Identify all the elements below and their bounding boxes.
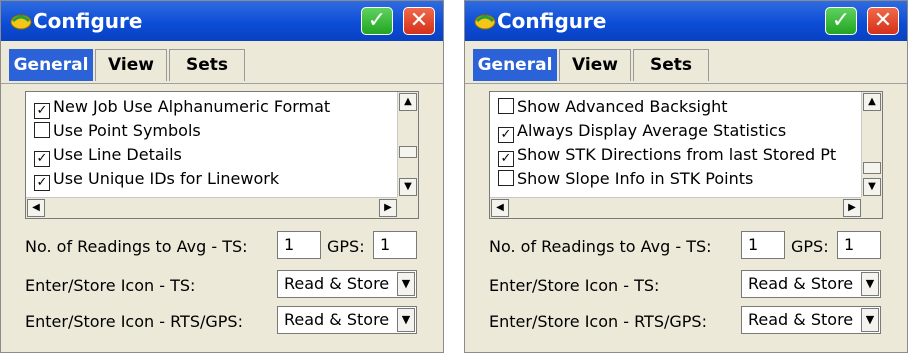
tab-view[interactable]: View [559,49,631,81]
option-label: Use Unique IDs for Linework [53,169,280,188]
tab-bar: General View Sets [1,41,443,84]
chevron-down-icon[interactable]: ▼ [397,308,415,332]
scroll-thumb[interactable] [399,146,417,158]
option-point-symbols[interactable]: Use Point Symbols [34,120,201,142]
option-label: Use Line Details [53,145,182,164]
gps-readings-input[interactable]: 1 [837,231,881,259]
vertical-scrollbar[interactable]: ▲ ▼ [861,92,882,198]
store-icon-rts-label: Enter/Store Icon - RTS/GPS: [489,312,707,331]
checkbox[interactable] [34,122,50,138]
horizontal-scrollbar[interactable]: ◀ ▶ [490,197,862,218]
tab-bar: General View Sets [465,41,907,84]
ts-readings-input[interactable]: 1 [741,231,785,259]
options-list: ✓ New Job Use Alphanumeric Format Use Poi… [25,91,419,219]
store-icon-rts-select[interactable]: Read & Store ▼ [741,306,881,334]
vertical-scrollbar[interactable]: ▲ ▼ [397,92,418,198]
option-label: Show Slope Info in STK Points [517,169,754,188]
option-slope-info[interactable]: Show Slope Info in STK Points [498,168,753,190]
chevron-down-icon[interactable]: ▼ [397,272,415,296]
title-bar: Configure ✓ ✕ [465,1,907,41]
checkbox[interactable]: ✓ [498,151,514,167]
close-icon: ✕ [873,8,893,33]
app-logo-icon [474,14,496,30]
ts-readings-input[interactable]: 1 [277,231,321,259]
tab-sets[interactable]: Sets [633,49,709,81]
scrollbar-corner [397,197,418,218]
scroll-up-icon[interactable]: ▲ [863,93,881,111]
store-icon-ts-select[interactable]: Read & Store ▼ [741,270,881,298]
scroll-left-icon[interactable]: ◀ [491,199,509,217]
scroll-thumb[interactable] [863,162,881,174]
option-unique-ids[interactable]: ✓ Use Unique IDs for Linework [34,168,280,191]
checkbox[interactable]: ✓ [34,151,50,167]
tab-general[interactable]: General [473,49,557,81]
gps-label: GPS: [791,237,829,256]
options-list: Show Advanced Backsight ✓ Always Display … [489,91,883,219]
option-label: New Job Use Alphanumeric Format [53,97,331,116]
window-title: Configure [497,9,607,33]
tab-general[interactable]: General [9,49,93,81]
checkbox[interactable] [498,170,514,186]
check-icon: ✓ [367,8,387,33]
gps-label: GPS: [327,237,365,256]
app-logo-icon [10,14,32,30]
option-average-statistics[interactable]: ✓ Always Display Average Statistics [498,120,787,143]
store-icon-ts-label: Enter/Store Icon - TS: [25,276,196,295]
option-line-details[interactable]: ✓ Use Line Details [34,144,182,167]
option-advanced-backsight[interactable]: Show Advanced Backsight [498,96,728,118]
checkbox[interactable]: ✓ [34,103,50,119]
ok-button[interactable]: ✓ [361,7,393,35]
selected-value: Read & Store [284,274,390,293]
scroll-right-icon[interactable]: ▶ [379,199,397,217]
tab-view[interactable]: View [95,49,167,81]
checkbox[interactable] [498,98,514,114]
title-bar: Configure ✓ ✕ [1,1,443,41]
scroll-up-icon[interactable]: ▲ [399,93,417,111]
scrollbar-corner [861,197,882,218]
configure-dialog-left: Configure ✓ ✕ General View Sets ✓ New Job… [0,0,444,353]
scroll-down-icon[interactable]: ▼ [863,178,881,196]
ok-button[interactable]: ✓ [825,7,857,35]
horizontal-scrollbar[interactable]: ◀ ▶ [26,197,398,218]
window-title: Configure [33,9,143,33]
scroll-right-icon[interactable]: ▶ [843,199,861,217]
selected-value: Read & Store [284,310,390,329]
configure-dialog-right: Configure ✓ ✕ General View Sets Show Adv… [464,0,908,353]
check-icon: ✓ [831,8,851,33]
store-icon-ts-select[interactable]: Read & Store ▼ [277,270,417,298]
chevron-down-icon[interactable]: ▼ [861,308,879,332]
option-label: Use Point Symbols [53,121,201,140]
selected-value: Read & Store [748,310,854,329]
option-alphanumeric-format[interactable]: ✓ New Job Use Alphanumeric Format [34,96,331,119]
chevron-down-icon[interactable]: ▼ [861,272,879,296]
store-icon-rts-label: Enter/Store Icon - RTS/GPS: [25,312,243,331]
gps-readings-input[interactable]: 1 [373,231,417,259]
option-label: Show Advanced Backsight [517,97,728,116]
scroll-down-icon[interactable]: ▼ [399,178,417,196]
checkbox[interactable]: ✓ [34,175,50,191]
close-button[interactable]: ✕ [403,7,435,35]
store-icon-rts-select[interactable]: Read & Store ▼ [277,306,417,334]
readings-to-avg-label: No. of Readings to Avg - TS: [489,237,712,256]
readings-to-avg-label: No. of Readings to Avg - TS: [25,237,248,256]
close-button[interactable]: ✕ [867,7,899,35]
tab-sets[interactable]: Sets [169,49,245,81]
checkbox[interactable]: ✓ [498,127,514,143]
option-label: Show STK Directions from last Stored Pt [517,145,837,164]
option-stk-directions[interactable]: ✓ Show STK Directions from last Stored Pt [498,144,837,167]
close-icon: ✕ [409,8,429,33]
selected-value: Read & Store [748,274,854,293]
store-icon-ts-label: Enter/Store Icon - TS: [489,276,660,295]
scroll-left-icon[interactable]: ◀ [27,199,45,217]
option-label: Always Display Average Statistics [517,121,787,140]
